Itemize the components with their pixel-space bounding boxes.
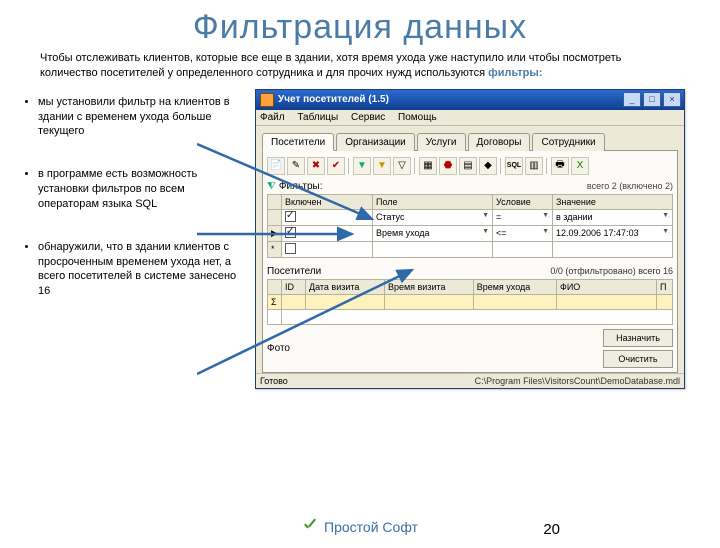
titlebar: Учет посетителей (1.5) _ □ ×: [256, 90, 684, 110]
filter-row-new: *: [268, 241, 673, 257]
stop-icon[interactable]: ⬣: [439, 157, 457, 175]
slide-title: Фильтрация данных: [0, 8, 720, 47]
filters-count: всего 2 (включено 2): [587, 181, 673, 191]
filter-row: ▶ Время ухода▼ <=▼ 12.09.2006 17:47:03▼: [268, 225, 673, 241]
funnel-yellow-icon[interactable]: ▼: [373, 157, 391, 175]
vcol-fio[interactable]: ФИО: [557, 279, 657, 294]
tab-services[interactable]: Услуги: [417, 133, 466, 151]
checkmark-icon: [302, 519, 318, 535]
vcol-timein[interactable]: Время визита: [384, 279, 473, 294]
statusbar: Готово C:\Program Files\VisitorsCount\De…: [256, 373, 684, 388]
visitors-grid[interactable]: ID Дата визита Время визита Время ухода …: [267, 279, 673, 325]
bullet-item: обнаружили, что в здании клиентов с прос…: [38, 240, 255, 299]
minimize-button[interactable]: _: [623, 92, 641, 107]
footer: Простой Софт: [0, 519, 720, 540]
doc-icon[interactable]: ▤: [459, 157, 477, 175]
checkbox-on-icon: [285, 211, 296, 222]
tab-orgs[interactable]: Организации: [336, 133, 414, 151]
status-ready: Готово: [260, 376, 340, 386]
footer-brand: Простой Софт: [324, 519, 418, 535]
col-enabled[interactable]: Включен: [282, 194, 373, 209]
new-icon[interactable]: 📄: [267, 157, 285, 175]
excel-icon[interactable]: X: [571, 157, 589, 175]
clear-button[interactable]: Очистить: [603, 350, 673, 368]
sign-icon[interactable]: ◆: [479, 157, 497, 175]
bullet-item: мы установили фильтр на клиентов в здани…: [38, 95, 255, 140]
save-icon[interactable]: ✔: [327, 157, 345, 175]
status-path: C:\Program Files\VisitorsCount\DemoDatab…: [340, 376, 680, 386]
bullet-list: мы установили фильтр на клиентов в здани…: [0, 89, 255, 389]
window-title: Учет посетителей (1.5): [278, 94, 623, 105]
menu-tables[interactable]: Таблицы: [297, 112, 338, 123]
print-icon[interactable]: 🖶: [551, 157, 569, 175]
doc2-icon[interactable]: ▥: [525, 157, 543, 175]
assign-button[interactable]: Назначить: [603, 329, 673, 347]
tab-contracts[interactable]: Договоры: [468, 133, 531, 151]
empty-row: [268, 309, 673, 324]
card-icon[interactable]: ▦: [419, 157, 437, 175]
funnel-icon: ⧨: [267, 181, 276, 192]
menu-file[interactable]: Файл: [260, 112, 285, 123]
tab-staff[interactable]: Сотрудники: [532, 133, 604, 151]
close-button[interactable]: ×: [663, 92, 681, 107]
edit-icon[interactable]: ✎: [287, 157, 305, 175]
col-cond[interactable]: Условие: [493, 194, 553, 209]
vcol-timeout[interactable]: Время ухода: [473, 279, 556, 294]
menubar: Файл Таблицы Сервис Помощь: [256, 110, 684, 126]
col-field[interactable]: Поле: [373, 194, 493, 209]
funnel-icon[interactable]: ▼: [353, 157, 371, 175]
menu-service[interactable]: Сервис: [351, 112, 385, 123]
bullet-item: в программе есть возможность установки ф…: [38, 167, 255, 212]
toolbar: 📄 ✎ ✖ ✔ ▼ ▼ ▽ ▦ ⬣ ▤ ◆ SQL: [267, 155, 673, 179]
tab-visitors[interactable]: Посетители: [262, 133, 334, 151]
visitors-label: Посетители: [267, 266, 550, 277]
filters-grid[interactable]: Включен Поле Условие Значение Статус▼ =▼…: [267, 194, 673, 258]
funnel-clear-icon[interactable]: ▽: [393, 157, 411, 175]
sql-button[interactable]: SQL: [505, 157, 523, 175]
tab-bar: Посетители Организации Услуги Договоры С…: [262, 132, 678, 151]
photo-box: [303, 343, 443, 353]
photo-label: Фото: [267, 343, 297, 354]
intro-text: Чтобы отслеживать клиентов, которые все …: [40, 51, 680, 81]
intro-keyword: фильтры:: [488, 67, 542, 79]
app-icon: [260, 93, 274, 107]
vcol-date[interactable]: Дата визита: [306, 279, 385, 294]
filter-row: Статус▼ =▼ в здании▼: [268, 209, 673, 225]
visitors-count: 0/0 (отфильтровано) всего 16: [550, 266, 673, 277]
vcol-id[interactable]: ID: [282, 279, 306, 294]
maximize-button[interactable]: □: [643, 92, 661, 107]
delete-icon[interactable]: ✖: [307, 157, 325, 175]
summary-row: Σ: [268, 294, 673, 309]
menu-help[interactable]: Помощь: [398, 112, 437, 123]
filters-label: Фильтры:: [279, 181, 587, 192]
vcol-p[interactable]: П: [657, 279, 673, 294]
checkbox-on-icon: [285, 227, 296, 238]
checkbox-icon: [285, 243, 296, 254]
page-number: 20: [543, 521, 560, 538]
app-window: Учет посетителей (1.5) _ □ × Файл Таблиц…: [255, 89, 685, 389]
col-value[interactable]: Значение: [553, 194, 673, 209]
